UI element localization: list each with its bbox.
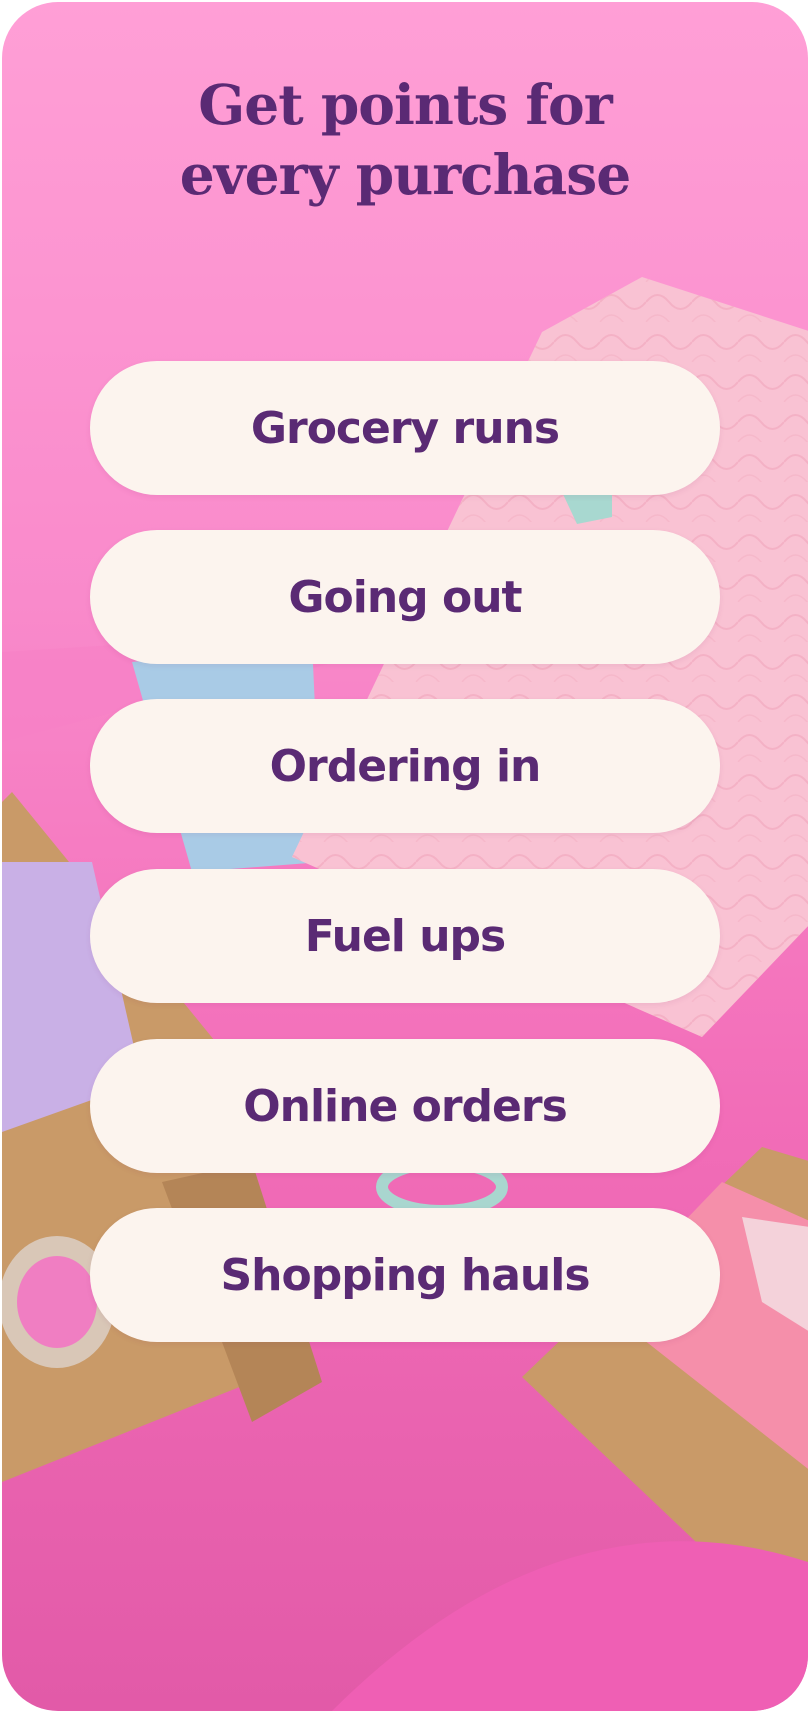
category-pill-ordering-in[interactable]: Ordering in <box>90 699 720 833</box>
category-pill-going-out[interactable]: Going out <box>90 530 720 664</box>
category-pill-online-orders[interactable]: Online orders <box>90 1039 720 1173</box>
category-pill-shopping-hauls[interactable]: Shopping hauls <box>90 1208 720 1342</box>
category-label: Ordering in <box>269 740 542 792</box>
background-photo <box>2 277 808 1711</box>
page-title-line-2: every purchase <box>179 142 632 207</box>
category-label: Online orders <box>243 1080 568 1132</box>
category-label: Shopping hauls <box>220 1249 590 1301</box>
category-pill-fuel-ups[interactable]: Fuel ups <box>90 869 720 1003</box>
page-title-line-1: Get points for <box>198 72 612 137</box>
pink-paper-curl <box>332 1541 808 1711</box>
category-label: Fuel ups <box>304 910 506 962</box>
category-label: Going out <box>288 571 522 623</box>
category-label: Grocery runs <box>250 402 560 454</box>
category-pill-grocery-runs[interactable]: Grocery runs <box>90 361 720 495</box>
page-title: Get points for every purchase <box>2 70 808 210</box>
promo-screen: Get points for every purchase Grocery ru… <box>2 2 808 1711</box>
